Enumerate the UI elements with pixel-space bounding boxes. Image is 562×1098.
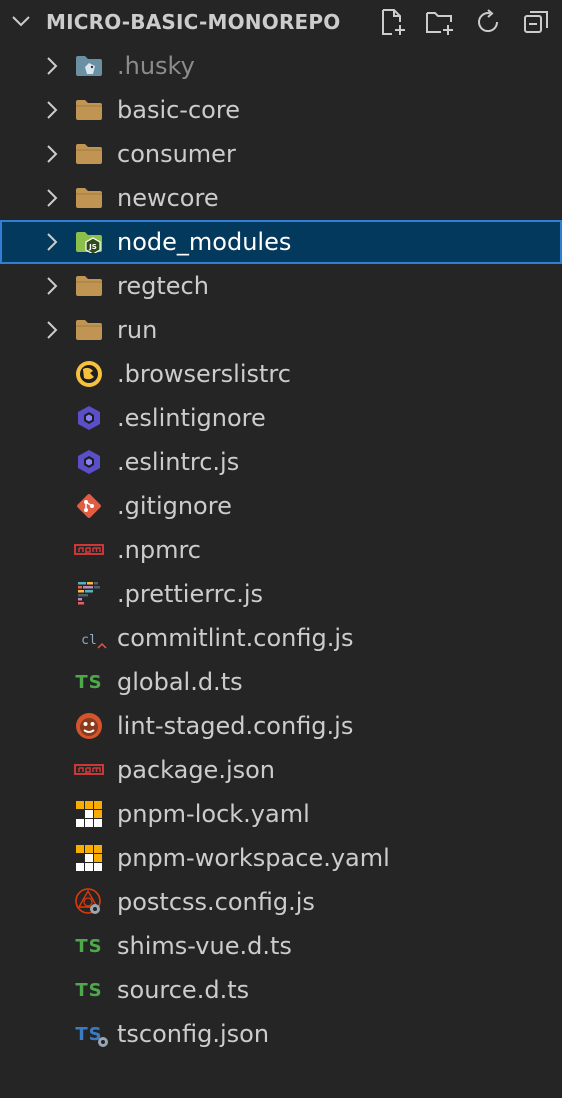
postcss-icon bbox=[74, 888, 104, 915]
tree-item-label: package.json bbox=[117, 756, 276, 784]
svg-text:JS: JS bbox=[88, 243, 97, 251]
tree-item-label: .prettierrc.js bbox=[117, 580, 264, 608]
tree-item-label: tsconfig.json bbox=[117, 1020, 270, 1048]
tree-folder-row[interactable]: regtech bbox=[0, 264, 562, 308]
tree-file-row[interactable]: TS global.d.ts bbox=[0, 660, 562, 704]
eslint-icon bbox=[74, 405, 104, 431]
pnpm-icon bbox=[74, 845, 104, 871]
typescript-def-icon: TS bbox=[74, 933, 104, 959]
pnpm-icon bbox=[74, 801, 104, 827]
new-file-icon[interactable] bbox=[376, 6, 408, 38]
npm-icon bbox=[74, 757, 104, 783]
tree-item-label: postcss.config.js bbox=[117, 888, 315, 916]
tree-folder-row[interactable]: run bbox=[0, 308, 562, 352]
tree-folder-row[interactable]: .husky bbox=[0, 44, 562, 88]
commitlint-icon: cl bbox=[74, 625, 107, 651]
folder-icon bbox=[74, 97, 104, 123]
chevron-right-icon[interactable] bbox=[40, 274, 64, 298]
tree-item-label: lint-staged.config.js bbox=[117, 712, 354, 740]
tree-item-label: basic-core bbox=[117, 96, 240, 124]
typescript-def-icon: TS bbox=[74, 669, 104, 695]
chevron-right-icon[interactable] bbox=[40, 98, 64, 122]
husky-folder-icon bbox=[74, 53, 104, 79]
browserslist-icon bbox=[74, 361, 104, 387]
explorer-actions bbox=[376, 6, 552, 38]
tree-file-row[interactable]: cl commitlint.config.js bbox=[0, 616, 562, 660]
tree-file-row[interactable]: .browserslistrc bbox=[0, 352, 562, 396]
git-icon bbox=[74, 493, 104, 519]
tree-file-row[interactable]: .eslintrc.js bbox=[0, 440, 562, 484]
folder-icon bbox=[74, 273, 104, 299]
tree-item-label: pnpm-workspace.yaml bbox=[117, 844, 390, 872]
tree-item-label: commitlint.config.js bbox=[117, 624, 354, 652]
explorer-title: MICRO-BASIC-MONOREPO bbox=[46, 10, 341, 34]
tree-item-label: .eslintrc.js bbox=[117, 448, 240, 476]
tree-file-row[interactable]: pnpm-workspace.yaml bbox=[0, 836, 562, 880]
tree-folder-row[interactable]: basic-core bbox=[0, 88, 562, 132]
tree-item-label: shims-vue.d.ts bbox=[117, 932, 292, 960]
collapse-all-icon[interactable] bbox=[520, 6, 552, 38]
tree-file-row[interactable]: .npmrc bbox=[0, 528, 562, 572]
tree-item-label: .browserslistrc bbox=[117, 360, 291, 388]
tree-file-row[interactable]: .prettierrc.js bbox=[0, 572, 562, 616]
chevron-right-icon[interactable] bbox=[40, 54, 64, 78]
tree-file-row[interactable]: TS source.d.ts bbox=[0, 968, 562, 1012]
refresh-icon[interactable] bbox=[472, 6, 504, 38]
typescript-def-icon: TS bbox=[74, 977, 104, 1003]
lint-staged-icon bbox=[74, 713, 104, 739]
tree-folder-row[interactable]: newcore bbox=[0, 176, 562, 220]
tree-item-label: .husky bbox=[117, 52, 195, 80]
chevron-right-icon[interactable] bbox=[40, 186, 64, 210]
tree-file-row[interactable]: .eslintignore bbox=[0, 396, 562, 440]
tree-item-label: .eslintignore bbox=[117, 404, 266, 432]
prettier-icon bbox=[74, 581, 104, 607]
tree-file-row[interactable]: package.json bbox=[0, 748, 562, 792]
folder-icon bbox=[74, 141, 104, 167]
typescript-def-icon-text: TS bbox=[75, 979, 103, 1001]
tree-item-label: global.d.ts bbox=[117, 668, 243, 696]
chevron-right-icon[interactable] bbox=[40, 230, 64, 254]
chevron-right-icon[interactable] bbox=[40, 318, 64, 342]
typescript-def-icon-text: TS bbox=[75, 671, 103, 693]
tree-folder-row[interactable]: consumer bbox=[0, 132, 562, 176]
tsconfig-icon: TS bbox=[74, 1021, 108, 1047]
tree-file-row[interactable]: .gitignore bbox=[0, 484, 562, 528]
eslint-icon bbox=[74, 449, 104, 475]
node-folder-icon: JS bbox=[74, 229, 104, 255]
commitlint-icon-text: cl bbox=[81, 632, 97, 648]
new-folder-icon[interactable] bbox=[424, 6, 456, 38]
tree-item-label: consumer bbox=[117, 140, 236, 168]
npm-icon bbox=[74, 537, 104, 563]
folder-icon bbox=[74, 317, 104, 343]
tree-file-row[interactable]: TS tsconfig.json bbox=[0, 1012, 562, 1056]
file-tree: .husky basic-core consumer newcore JS node_mo… bbox=[0, 44, 562, 1056]
chevron-right-icon[interactable] bbox=[40, 142, 64, 166]
tree-folder-row[interactable]: JS node_modules bbox=[0, 220, 562, 264]
tree-file-row[interactable]: pnpm-lock.yaml bbox=[0, 792, 562, 836]
tree-item-label: source.d.ts bbox=[117, 976, 250, 1004]
tree-file-row[interactable]: postcss.config.js bbox=[0, 880, 562, 924]
tree-file-row[interactable]: lint-staged.config.js bbox=[0, 704, 562, 748]
tree-item-label: run bbox=[117, 316, 158, 344]
tree-file-row[interactable]: TS shims-vue.d.ts bbox=[0, 924, 562, 968]
tree-item-label: pnpm-lock.yaml bbox=[117, 800, 310, 828]
typescript-def-icon-text: TS bbox=[75, 935, 103, 957]
tree-item-label: node_modules bbox=[117, 228, 292, 256]
tree-item-label: .gitignore bbox=[117, 492, 232, 520]
tree-item-label: newcore bbox=[117, 184, 219, 212]
chevron-down-icon[interactable] bbox=[10, 10, 32, 32]
tree-item-label: .npmrc bbox=[117, 536, 201, 564]
tree-item-label: regtech bbox=[117, 272, 209, 300]
folder-icon bbox=[74, 185, 104, 211]
explorer-header[interactable]: MICRO-BASIC-MONOREPO bbox=[0, 0, 562, 44]
